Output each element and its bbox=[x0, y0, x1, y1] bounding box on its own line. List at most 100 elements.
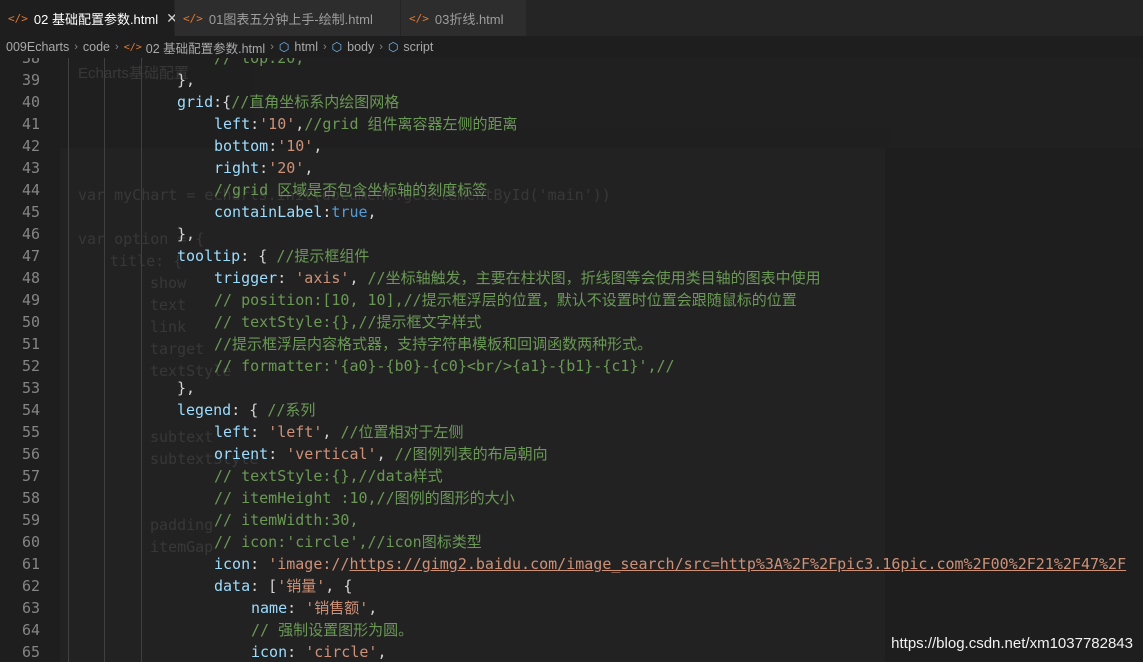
code-token: 'axis' bbox=[295, 269, 350, 287]
code-token: : bbox=[287, 643, 306, 661]
line-number: 56 bbox=[21, 445, 40, 463]
code-token: icon bbox=[214, 555, 251, 573]
code-token: // itemHeight :10,//图例的图形的大小 bbox=[214, 489, 515, 507]
code-token: bottom bbox=[214, 137, 269, 155]
watermark: https://blog.csdn.net/xm1037782843 bbox=[891, 635, 1133, 652]
code-token: : [ bbox=[250, 577, 278, 595]
code-line[interactable]: 55 left: 'left', //位置相对于左侧 bbox=[0, 421, 1143, 443]
code-line[interactable]: 49 // position:[10, 10],//提示框浮层的位置，默认不设置时… bbox=[0, 289, 1143, 311]
chevron-right-icon: › bbox=[323, 41, 327, 53]
code-token: //grid 组件离容器左侧的距离 bbox=[304, 115, 518, 133]
tab-label: 02 基础配置参数.html bbox=[33, 11, 159, 27]
breadcrumb-item-symbol[interactable]: html bbox=[294, 40, 318, 54]
breadcrumb: 009Echarts › code › </> 02 基础配置参数.html ›… bbox=[0, 36, 1143, 58]
code-line[interactable]: 60 // icon:'circle',//icon图标类型 bbox=[0, 531, 1143, 553]
code-line[interactable]: 46}, bbox=[0, 223, 1143, 245]
code-token: 'vertical' bbox=[286, 445, 377, 463]
code-token: : bbox=[250, 115, 260, 133]
line-number: 57 bbox=[21, 467, 40, 485]
code-line[interactable]: 47 tooltip: { //提示框组件 bbox=[0, 245, 1143, 267]
code-text: }, bbox=[177, 377, 195, 399]
code-line[interactable]: 42 bottom:'10', bbox=[0, 135, 1143, 157]
code-line[interactable]: 54 legend: { //系列 bbox=[0, 399, 1143, 421]
code-token: // 强制设置图形为圆。 bbox=[251, 621, 414, 639]
symbol-cube-icon: ⬡ bbox=[387, 40, 399, 54]
code-line[interactable]: 63 name: '销售额', bbox=[0, 597, 1143, 619]
line-number: 55 bbox=[21, 423, 40, 441]
code-token: , bbox=[349, 269, 368, 287]
html-file-icon: </> bbox=[8, 11, 28, 25]
code-text: data: ['销量', { bbox=[214, 575, 352, 597]
code-token: // position:[10, 10],//提示框浮层的位置，默认不设置时位置… bbox=[214, 291, 797, 309]
code-token: right bbox=[214, 159, 260, 177]
code-line[interactable]: 44 //grid 区域是否包含坐标轴的刻度标签 bbox=[0, 179, 1143, 201]
code-line[interactable]: 59 // itemWidth:30, bbox=[0, 509, 1143, 531]
code-line[interactable]: 57 // textStyle:{},//data样式 bbox=[0, 465, 1143, 487]
tab-02-config[interactable]: </> 02 基础配置参数.html ✕ bbox=[0, 0, 178, 36]
tab-03-line[interactable]: </> 03折线.html bbox=[401, 0, 527, 36]
code-token: '20' bbox=[268, 159, 305, 177]
code-line[interactable]: 45 containLabel:true, bbox=[0, 201, 1143, 223]
breadcrumb-item-symbol[interactable]: body bbox=[347, 40, 374, 54]
line-number: 58 bbox=[21, 489, 40, 507]
code-token: //提示框浮层内容格式器，支持字符串模板和回调函数两种形式。 bbox=[214, 335, 653, 353]
tab-01-chart[interactable]: </> 01图表五分钟上手-绘制.html bbox=[175, 0, 401, 36]
breadcrumb-item-folder[interactable]: code bbox=[83, 40, 110, 54]
breadcrumb-item-symbol[interactable]: script bbox=[403, 40, 433, 54]
symbol-cube-icon: ⬡ bbox=[331, 40, 343, 54]
line-number: 60 bbox=[21, 533, 40, 551]
line-number: 61 bbox=[21, 555, 40, 573]
code-token: // textStyle:{},//提示框文字样式 bbox=[214, 313, 482, 331]
code-token: //grid 区域是否包含坐标轴的刻度标签 bbox=[214, 181, 488, 199]
line-number: 40 bbox=[21, 93, 40, 111]
code-line[interactable]: 40 grid:{//直角坐标系内绘图网格 bbox=[0, 91, 1143, 113]
code-line[interactable]: 41 left:'10',//grid 组件离容器左侧的距离 bbox=[0, 113, 1143, 135]
code-line[interactable]: 52 // formatter:'{a0}-{b0}-{c0}<br/>{a1}-… bbox=[0, 355, 1143, 377]
code-line[interactable]: 38 // top:20, bbox=[0, 58, 1143, 69]
code-text: tooltip: { //提示框组件 bbox=[177, 245, 369, 267]
code-text: bottom:'10', bbox=[214, 135, 322, 157]
line-number: 53 bbox=[21, 379, 40, 397]
code-text: // 强制设置图形为圆。 bbox=[251, 619, 413, 641]
code-editor[interactable]: Echarts基础配置 var myChart = echarts.init(d… bbox=[0, 58, 1143, 662]
code-token: : { bbox=[240, 247, 277, 265]
code-line[interactable]: 39}, bbox=[0, 69, 1143, 91]
code-token: trigger bbox=[214, 269, 278, 287]
code-text: // textStyle:{},//data样式 bbox=[214, 465, 443, 487]
code-line[interactable]: 62 data: ['销量', { bbox=[0, 575, 1143, 597]
code-token: legend bbox=[177, 401, 232, 419]
line-number: 43 bbox=[21, 159, 40, 177]
code-text: right:'20', bbox=[214, 157, 313, 179]
breadcrumb-item-folder[interactable]: 009Echarts bbox=[6, 40, 69, 54]
code-text: }, bbox=[177, 223, 195, 245]
code-line[interactable]: 53}, bbox=[0, 377, 1143, 399]
code-token: : bbox=[250, 423, 269, 441]
html-file-icon: </> bbox=[183, 11, 203, 25]
code-token: '10' bbox=[277, 137, 314, 155]
code-line[interactable]: 51 //提示框浮层内容格式器，支持字符串模板和回调函数两种形式。 bbox=[0, 333, 1143, 355]
line-number: 49 bbox=[21, 291, 40, 309]
line-number: 54 bbox=[21, 401, 40, 419]
code-token: , bbox=[304, 159, 314, 177]
line-number: 62 bbox=[21, 577, 40, 595]
code-token: // formatter:'{a0}-{b0}-{c0}<br/>{a1}-{b… bbox=[214, 357, 675, 375]
code-token: : { bbox=[231, 401, 268, 419]
line-number: 41 bbox=[21, 115, 40, 133]
code-token: // icon:'circle',//icon图标类型 bbox=[214, 533, 482, 551]
code-text: // itemHeight :10,//图例的图形的大小 bbox=[214, 487, 515, 509]
code-token: icon bbox=[251, 643, 288, 661]
code-line[interactable]: 56 orient: 'vertical', //图例列表的布局朝向 bbox=[0, 443, 1143, 465]
code-text: // textStyle:{},//提示框文字样式 bbox=[214, 311, 482, 333]
breadcrumb-item-file[interactable]: 02 基础配置参数.html bbox=[146, 38, 265, 57]
code-line[interactable]: 48 trigger: 'axis', //坐标轴触发，主要在柱状图，折线图等会使… bbox=[0, 267, 1143, 289]
code-line[interactable]: 61 icon: 'image://https://gimg2.baidu.com… bbox=[0, 553, 1143, 575]
code-text: //提示框浮层内容格式器，支持字符串模板和回调函数两种形式。 bbox=[214, 333, 652, 355]
code-token: // top:20, bbox=[214, 58, 305, 67]
code-line[interactable]: 43 right:'20', bbox=[0, 157, 1143, 179]
code-line[interactable]: 50 // textStyle:{},//提示框文字样式 bbox=[0, 311, 1143, 333]
line-number: 38 bbox=[21, 58, 40, 67]
code-line[interactable]: 58 // itemHeight :10,//图例的图形的大小 bbox=[0, 487, 1143, 509]
chevron-right-icon: › bbox=[270, 41, 274, 53]
code-token: data bbox=[214, 577, 251, 595]
code-token: : bbox=[250, 555, 269, 573]
